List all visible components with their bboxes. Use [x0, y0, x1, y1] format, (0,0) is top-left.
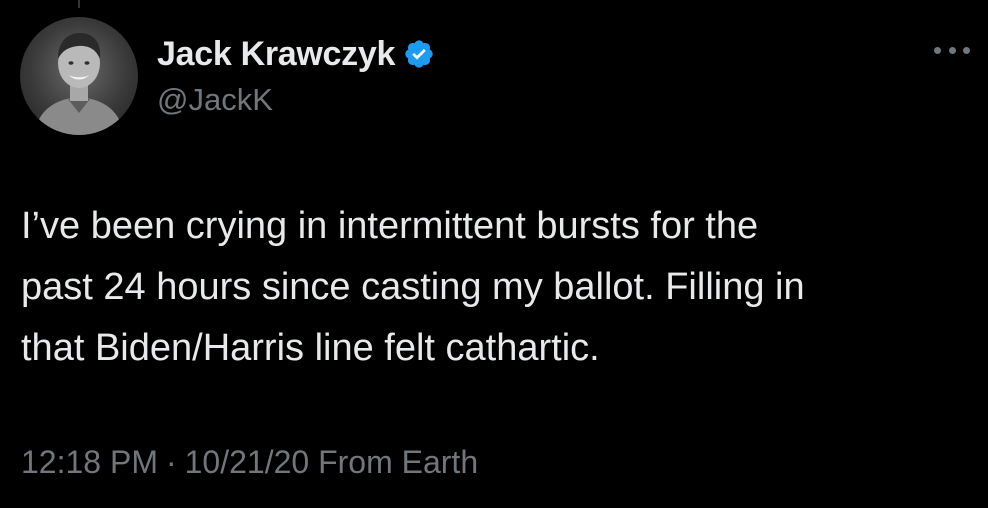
tweet-date[interactable]: 10/21/20	[185, 444, 310, 480]
tweet-time[interactable]: 12:18 PM	[21, 444, 158, 480]
avatar[interactable]	[20, 17, 138, 135]
tweet-text: I’ve been crying in intermittent bursts …	[21, 196, 961, 379]
verified-badge-icon	[403, 38, 435, 70]
more-dot	[963, 46, 970, 54]
author-handle[interactable]: @JackK	[157, 82, 273, 118]
tweet-text-line: that Biden/Harris line felt cathartic.	[21, 327, 600, 369]
tweet-text-line: I’ve been crying in intermittent bursts …	[21, 205, 759, 247]
tweet-metadata: 12:18 PM · 10/21/20 From Earth	[21, 444, 478, 481]
avatar-photo	[34, 33, 124, 135]
tweet-text-line: past 24 hours since casting my ballot. F…	[21, 266, 805, 308]
more-dot	[948, 46, 956, 54]
more-dot	[934, 46, 941, 54]
more-options-icon[interactable]	[934, 38, 970, 62]
metadata-separator: ·	[165, 444, 177, 480]
tweet-source: From Earth	[318, 444, 479, 480]
thread-connector-line	[78, 0, 80, 8]
author-name-row: Jack Krawczyk	[157, 32, 435, 76]
author-display-name[interactable]: Jack Krawczyk	[157, 35, 395, 74]
